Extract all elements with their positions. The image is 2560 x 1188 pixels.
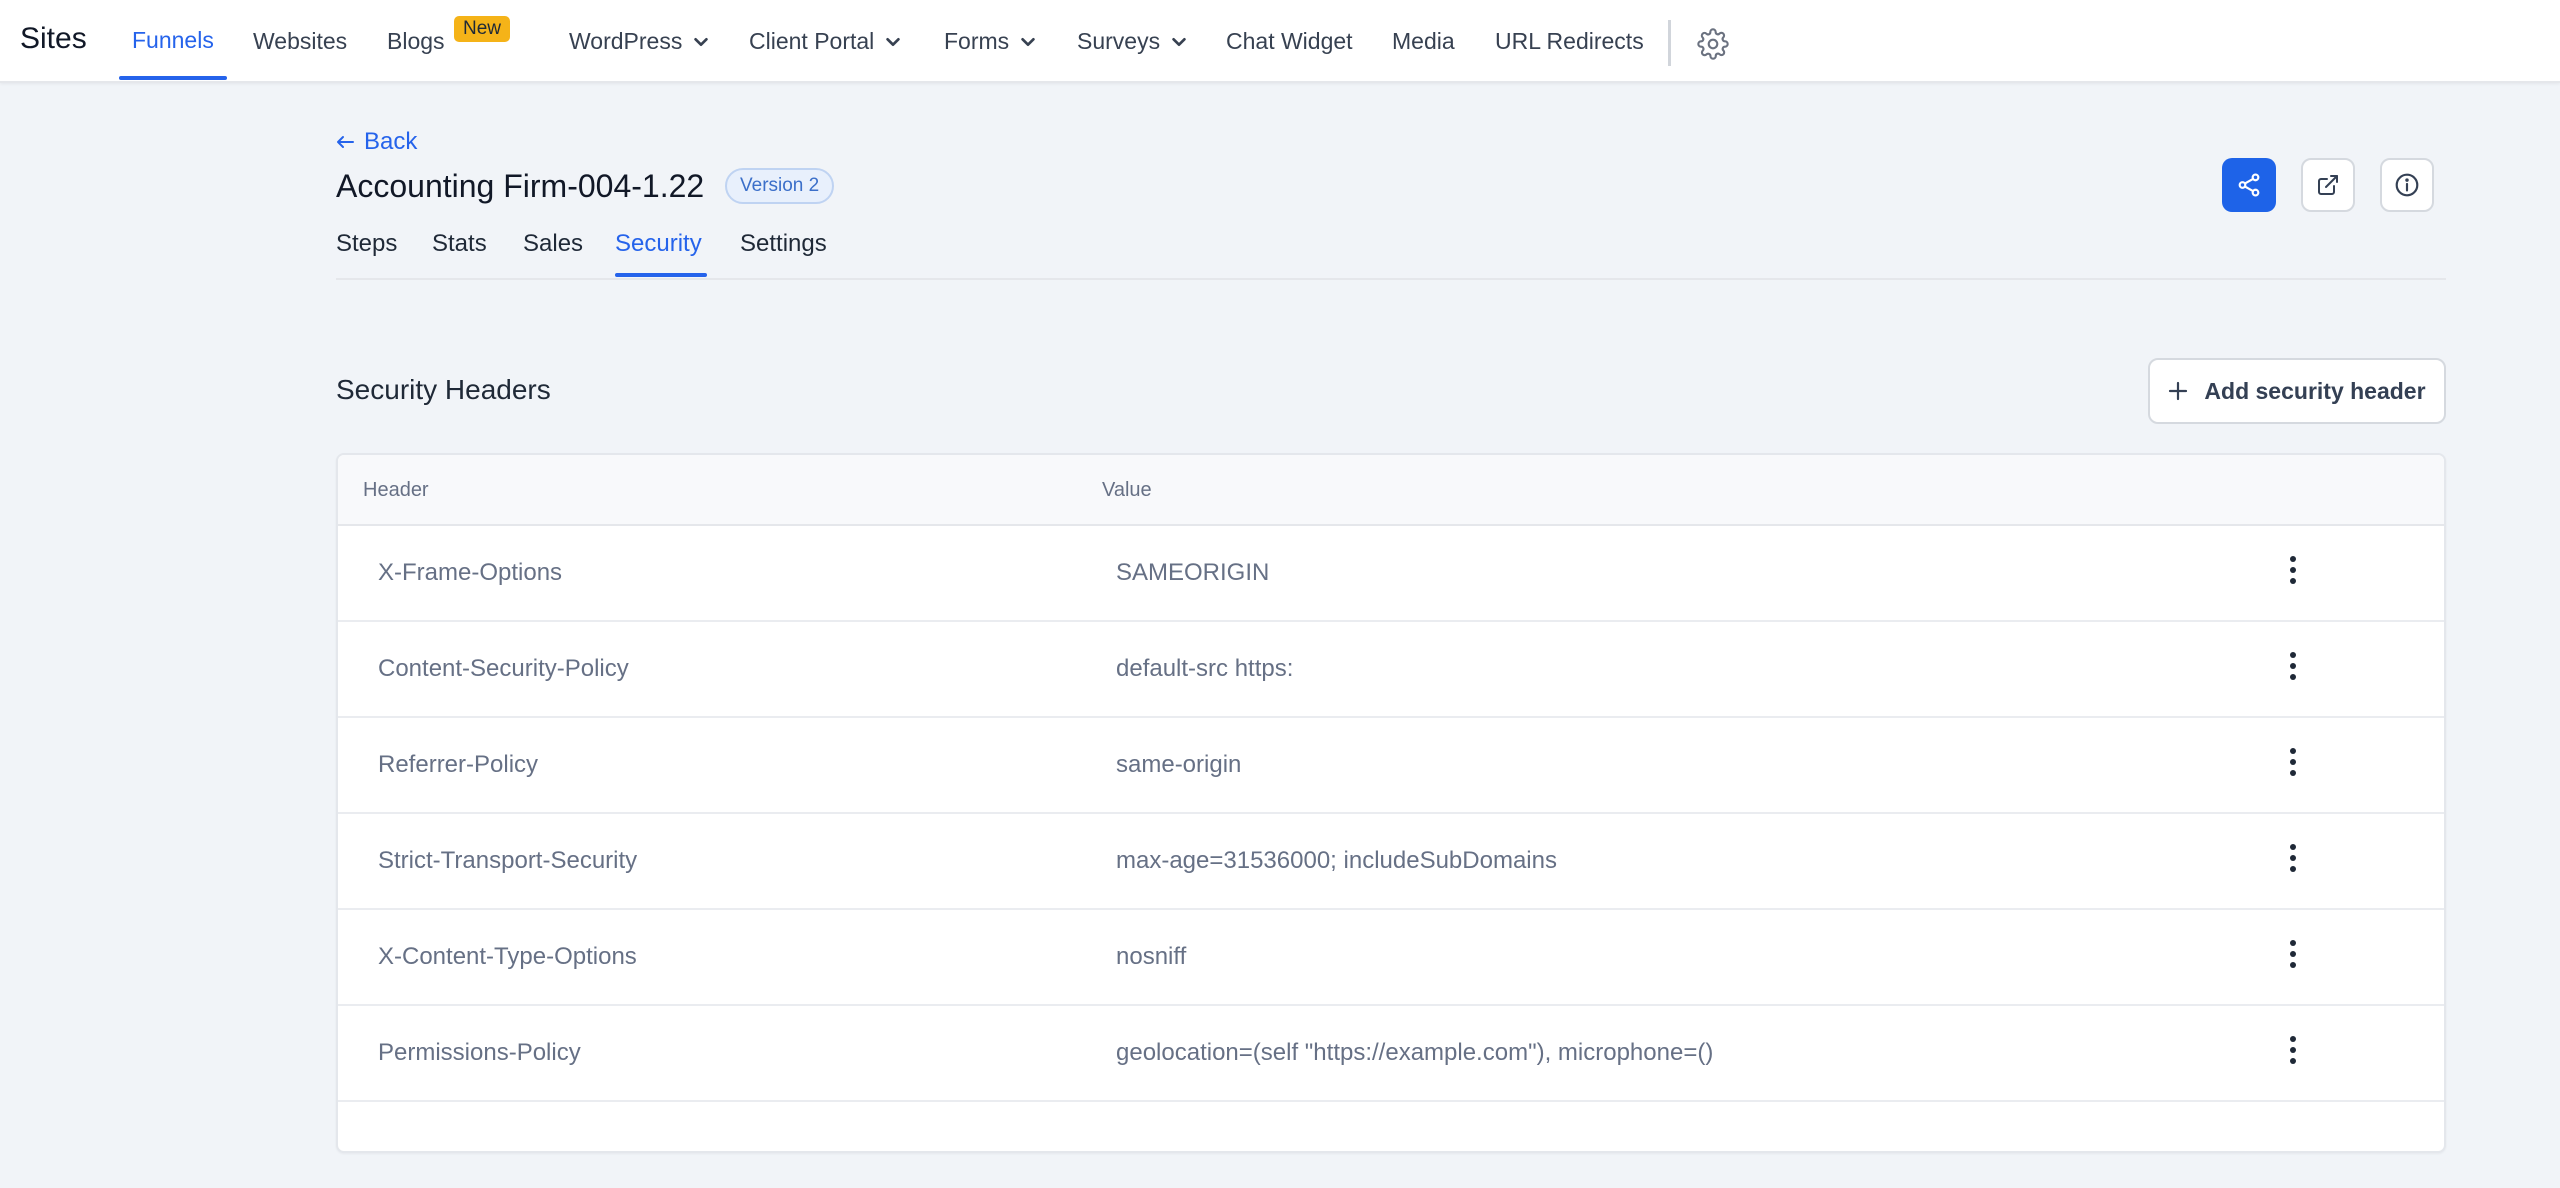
header-name-cell: Content-Security-Policy	[378, 655, 629, 682]
header-name-cell: X-Content-Type-Options	[378, 943, 637, 970]
nav-item-forms[interactable]: Forms	[944, 28, 1037, 55]
row-menu-icon[interactable]	[2278, 936, 2308, 972]
nav-item-label: Websites	[253, 28, 348, 54]
tab-active-underline	[615, 273, 707, 277]
tab-stats[interactable]: Stats	[432, 230, 487, 258]
nav-item-client-portal[interactable]: Client Portal	[749, 28, 902, 55]
add-security-header-button[interactable]: Add security header	[2148, 358, 2446, 424]
column-header-header: Header	[363, 479, 429, 501]
nav-item-label: Media	[1392, 28, 1455, 54]
back-label: Back	[364, 128, 418, 155]
row-menu-icon[interactable]	[2278, 552, 2308, 588]
row-menu-icon[interactable]	[2278, 648, 2308, 684]
header-value-cell: geolocation=(self "https://example.com")…	[1116, 1039, 1714, 1066]
external-link-icon	[2318, 175, 2338, 195]
tab-settings[interactable]: Settings	[740, 230, 827, 258]
nav-item-label: Client Portal	[749, 28, 875, 54]
table-row: Permissions-Policy geolocation=(self "ht…	[338, 1006, 2444, 1102]
chevron-down-icon	[1172, 37, 1186, 46]
nav-divider	[1668, 20, 1671, 66]
plus-icon	[2169, 381, 2188, 401]
brand-title: Sites	[20, 22, 87, 55]
chevron-down-icon	[1021, 37, 1035, 46]
table-header: Header Value	[338, 455, 2444, 526]
tab-steps[interactable]: Steps	[336, 230, 397, 258]
nav-item-url-redirects[interactable]: URL Redirects	[1495, 28, 1644, 55]
table-row: Referrer-Policy same-origin	[338, 718, 2444, 814]
nav-item-websites[interactable]: Websites	[253, 28, 347, 55]
header-value-cell: max-age=31536000; includeSubDomains	[1116, 847, 1557, 874]
nav-item-blogs[interactable]: Blogs	[387, 28, 445, 55]
share-button[interactable]	[2222, 158, 2276, 212]
back-link[interactable]: Back	[336, 128, 417, 156]
header-name-cell: X-Frame-Options	[378, 559, 563, 586]
header-value-cell: default-src https:	[1116, 655, 1294, 682]
info-icon	[2395, 173, 2419, 197]
new-badge: New	[454, 16, 511, 42]
header-value-cell: SAMEORIGIN	[1116, 559, 1270, 586]
nav-item-label: Blogs	[387, 28, 445, 54]
nav-item-label: Chat Widget	[1226, 28, 1353, 54]
share-icon	[2238, 173, 2260, 197]
table-row: X-Frame-Options SAMEORIGIN	[338, 526, 2444, 622]
gear-icon[interactable]	[1697, 28, 1729, 60]
row-menu-icon[interactable]	[2278, 840, 2308, 876]
add-button-label: Add security header	[2204, 377, 2426, 404]
nav-item-label: URL Redirects	[1495, 28, 1644, 54]
open-external-button[interactable]	[2301, 158, 2355, 212]
section-title: Security Headers	[336, 374, 551, 405]
nav-item-label: Funnels	[132, 27, 214, 53]
chevron-down-icon	[694, 37, 709, 46]
tabs-divider	[336, 278, 2446, 280]
page-title: Accounting Firm-004-1.22	[336, 168, 705, 204]
nav-item-wordpress[interactable]: WordPress	[569, 28, 710, 55]
security-headers-table: Header Value X-Frame-Options SAMEORIGIN …	[336, 453, 2446, 1153]
top-nav: Sites Funnels Websites Blogs New WordPre…	[0, 0, 2560, 83]
row-menu-icon[interactable]	[2278, 744, 2308, 780]
header-value-cell: same-origin	[1116, 751, 1242, 778]
nav-item-label: WordPress	[569, 28, 683, 54]
nav-item-chat-widget[interactable]: Chat Widget	[1226, 28, 1353, 55]
arrow-left-icon	[337, 136, 354, 148]
header-value-cell: nosniff	[1116, 943, 1187, 970]
row-menu-icon[interactable]	[2278, 1032, 2308, 1068]
header-name-cell: Permissions-Policy	[378, 1039, 581, 1066]
version-badge: Version 2	[725, 168, 835, 204]
table-row: Strict-Transport-Security max-age=315360…	[338, 814, 2444, 910]
info-button[interactable]	[2380, 158, 2434, 212]
tab-sales[interactable]: Sales	[523, 230, 583, 258]
nav-item-surveys[interactable]: Surveys	[1077, 28, 1188, 55]
header-name-cell: Strict-Transport-Security	[378, 847, 638, 874]
column-header-value: Value	[1102, 479, 1152, 501]
nav-item-media[interactable]: Media	[1392, 28, 1455, 55]
nav-active-underline	[119, 76, 227, 80]
tab-security[interactable]: Security	[615, 230, 702, 258]
table-row: Content-Security-Policy default-src http…	[338, 622, 2444, 718]
nav-item-funnels[interactable]: Funnels	[132, 27, 214, 54]
chevron-down-icon	[886, 37, 901, 46]
nav-item-label: Surveys	[1077, 28, 1161, 54]
nav-item-label: Forms	[944, 28, 1010, 54]
header-name-cell: Referrer-Policy	[378, 751, 539, 778]
table-row: X-Content-Type-Options nosniff	[338, 910, 2444, 1006]
